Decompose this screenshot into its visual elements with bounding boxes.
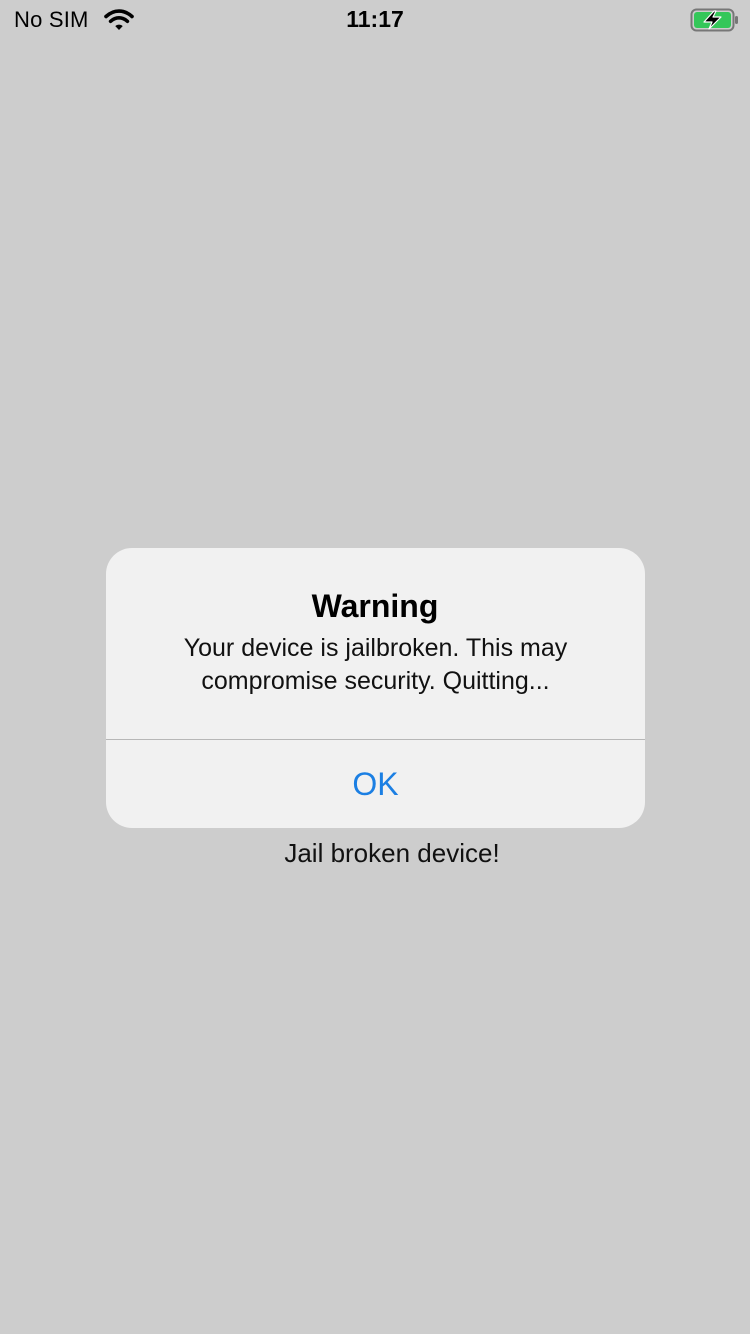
jailbreak-status-message: Jail broken device! xyxy=(284,838,500,868)
status-bar: No SIM 11:17 xyxy=(0,0,750,40)
alert-message: Your device is jailbroken. This may comp… xyxy=(183,634,568,695)
ok-button[interactable]: OK xyxy=(106,740,645,828)
clock: 11:17 xyxy=(346,6,404,32)
charging-battery-icon xyxy=(690,8,738,32)
alert-title: Warning xyxy=(311,588,439,624)
